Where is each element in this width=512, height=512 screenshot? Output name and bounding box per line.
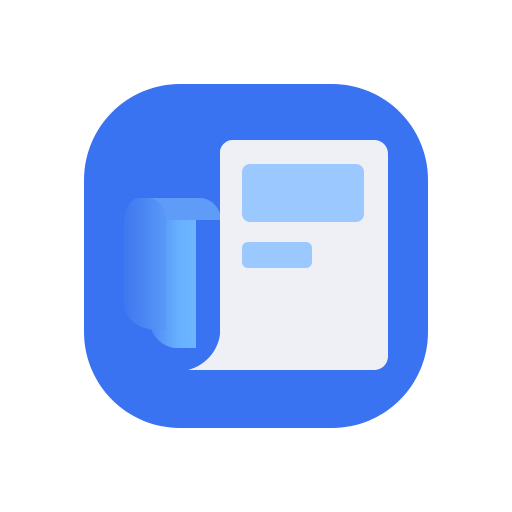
document-app-icon[interactable] [0, 0, 512, 512]
headline-block [242, 164, 364, 222]
roll-curl [124, 198, 166, 330]
app-icon-canvas [0, 0, 512, 512]
subline-block [242, 242, 312, 268]
